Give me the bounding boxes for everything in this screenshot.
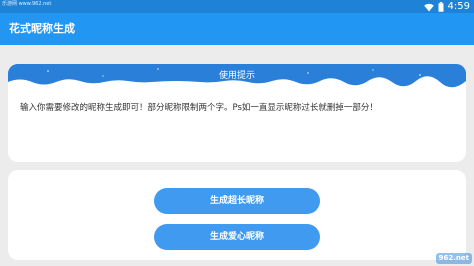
tip-header-label: 使用提示 [218,71,255,81]
tip-text: 输入你需要修改的昵称生成即可！部分昵称限制两个字。Ps如一直显示昵称过长就删掉一… [20,103,378,113]
tip-card: 使用提示 输入你需要修改的昵称生成即可！部分昵称限制两个字。Ps如一直显示昵称过… [8,64,466,162]
status-right: 4:59 [423,0,470,13]
generate-long-nickname-button[interactable]: 生成超长昵称 [154,188,320,214]
generate-love-nickname-button[interactable]: 生成爱心昵称 [154,224,320,250]
status-site-text: 乐游网 www.962.net [2,1,52,7]
status-time: 4:59 [447,1,470,12]
page-title: 花式昵称生成 [9,22,75,35]
watermark-logo: 962.net [435,253,472,264]
tip-header: 使用提示 [8,64,466,88]
status-bar: 乐游网 www.962.net 4:59 [0,0,474,13]
app-toolbar: 花式昵称生成 [0,13,474,45]
action-card: 生成超长昵称 生成爱心昵称 [8,170,466,260]
